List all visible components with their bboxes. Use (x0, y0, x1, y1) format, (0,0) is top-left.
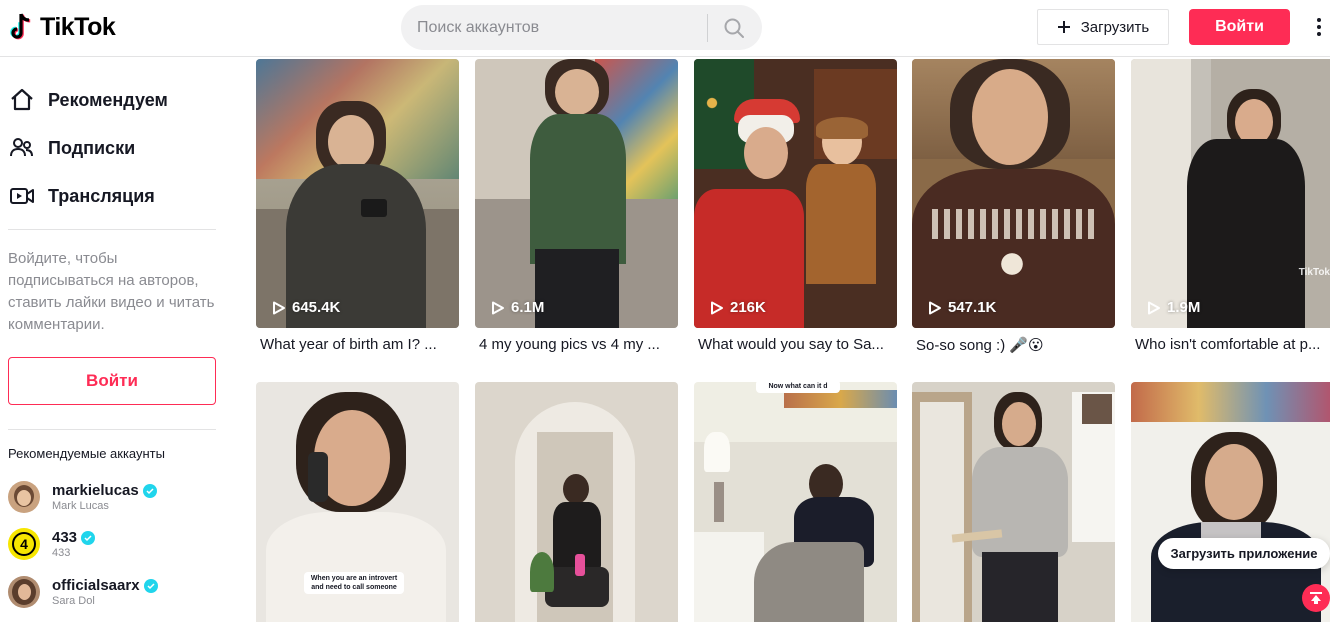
play-icon (711, 301, 723, 314)
video-thumbnail: When you are an introvert and need to ca… (256, 382, 459, 622)
video-thumbnail (475, 382, 678, 622)
logo-wordmark: TikTok (40, 12, 116, 41)
dot-icon (1317, 18, 1321, 22)
following-icon (8, 134, 36, 162)
video-caption: 4 my young pics vs 4 my ... (479, 336, 660, 353)
video-caption: So-so song :) 🎤😮 (916, 337, 1044, 354)
verified-badge-icon (81, 530, 96, 545)
video-overlay-text: Now what can it d (756, 382, 840, 393)
sidebar-divider (8, 429, 216, 430)
view-count: 1.9M (1147, 299, 1200, 316)
avatar: 4 (8, 528, 40, 560)
sidebar-divider (8, 229, 216, 230)
view-count: 6.1M (491, 299, 544, 316)
sidebar-item-recommended[interactable]: Рекомендуем (8, 80, 168, 120)
video-card[interactable] (475, 382, 678, 622)
video-caption: Who isn't comfortable at p... (1135, 336, 1321, 353)
top-header: TikTok Загрузить Войти (0, 0, 1330, 57)
sidebar-item-label: Подписки (48, 137, 136, 158)
search-bar (401, 5, 762, 50)
video-thumbnail (1131, 382, 1330, 622)
dot-icon (1317, 25, 1321, 29)
video-caption: What would you say to Sa... (698, 336, 884, 353)
verified-badge-icon (142, 483, 157, 498)
video-overlay-text: When you are an introvert and need to ca… (304, 572, 404, 594)
arrow-up-icon (1310, 592, 1322, 604)
sidebar: Рекомендуем Подписки Трансляция Войдите,… (0, 57, 232, 622)
play-icon (273, 301, 285, 314)
tiktok-logo-icon (10, 13, 31, 40)
account-display-name: 433 (52, 547, 71, 559)
play-icon (492, 301, 504, 314)
video-thumbnail: 216K (694, 59, 897, 328)
search-button[interactable] (708, 5, 760, 50)
sidebar-item-live[interactable]: Трансляция (8, 176, 155, 216)
video-card[interactable]: TikTok 1.9M Who isn't comfortable at p..… (1131, 59, 1330, 353)
live-icon (8, 182, 36, 210)
header-login-button[interactable]: Войти (1189, 9, 1290, 45)
video-card[interactable]: 547.1K So-so song :) 🎤😮 (912, 59, 1115, 354)
video-card[interactable]: 6.1M 4 my young pics vs 4 my ... (475, 59, 678, 353)
video-card[interactable]: Now what can it d (694, 382, 897, 622)
video-card[interactable] (1131, 382, 1330, 622)
video-thumbnail: 645.4K (256, 59, 459, 328)
view-count: 645.4K (272, 299, 340, 316)
account-item-markielucas[interactable]: markielucas Mark Lucas (8, 477, 223, 517)
scroll-to-top-button[interactable] (1302, 584, 1330, 612)
account-username: markielucas (52, 482, 157, 499)
recommended-accounts-title: Рекомендуемые аккаунты (8, 446, 165, 461)
video-card[interactable]: 645.4K What year of birth am I? ... (256, 59, 459, 353)
view-count: 547.1K (928, 299, 996, 316)
account-username: 433 (52, 529, 96, 546)
view-count: 216K (710, 299, 766, 316)
account-item-433[interactable]: 4 433 433 (8, 524, 223, 564)
video-card[interactable]: When you are an introvert and need to ca… (256, 382, 459, 622)
plus-icon (1057, 21, 1070, 33)
video-thumbnail: TikTok 1.9M (1131, 59, 1330, 328)
sidebar-item-label: Трансляция (48, 185, 155, 206)
sidebar-item-following[interactable]: Подписки (8, 128, 135, 168)
play-icon (929, 301, 941, 314)
tiktok-logo[interactable]: TikTok (10, 12, 116, 42)
upload-button[interactable]: Загрузить (1037, 9, 1169, 45)
dot-icon (1317, 32, 1321, 36)
upload-label: Загрузить (1080, 18, 1150, 36)
get-app-button[interactable]: Загрузить приложение (1158, 538, 1330, 569)
login-hint-text: Войдите, чтобы подписываться на авторов,… (8, 250, 215, 333)
watermark-text: TikTok (1298, 267, 1330, 278)
verified-badge-icon (143, 578, 158, 593)
sidebar-login-button[interactable]: Войти (8, 357, 216, 405)
video-thumbnail: 547.1K (912, 59, 1115, 328)
more-menu-button[interactable] (1308, 13, 1330, 41)
account-username: officialsaarx (52, 577, 158, 594)
video-thumbnail: 6.1M (475, 59, 678, 328)
avatar (8, 481, 40, 513)
account-item-officialsaarx[interactable]: officialsaarx Sara Dol (8, 572, 223, 612)
sidebar-item-label: Рекомендуем (48, 89, 168, 110)
play-icon (1148, 301, 1160, 314)
video-caption: What year of birth am I? ... (260, 336, 437, 353)
video-card[interactable]: 216K What would you say to Sa... (694, 59, 897, 353)
account-display-name: Sara Dol (52, 595, 95, 607)
home-icon (8, 86, 36, 114)
search-input[interactable] (401, 5, 707, 50)
account-display-name: Mark Lucas (52, 500, 109, 512)
video-thumbnail: Now what can it d (694, 382, 897, 622)
avatar (8, 576, 40, 608)
video-card[interactable] (912, 382, 1115, 622)
video-thumbnail (912, 382, 1115, 622)
search-icon (724, 18, 744, 38)
